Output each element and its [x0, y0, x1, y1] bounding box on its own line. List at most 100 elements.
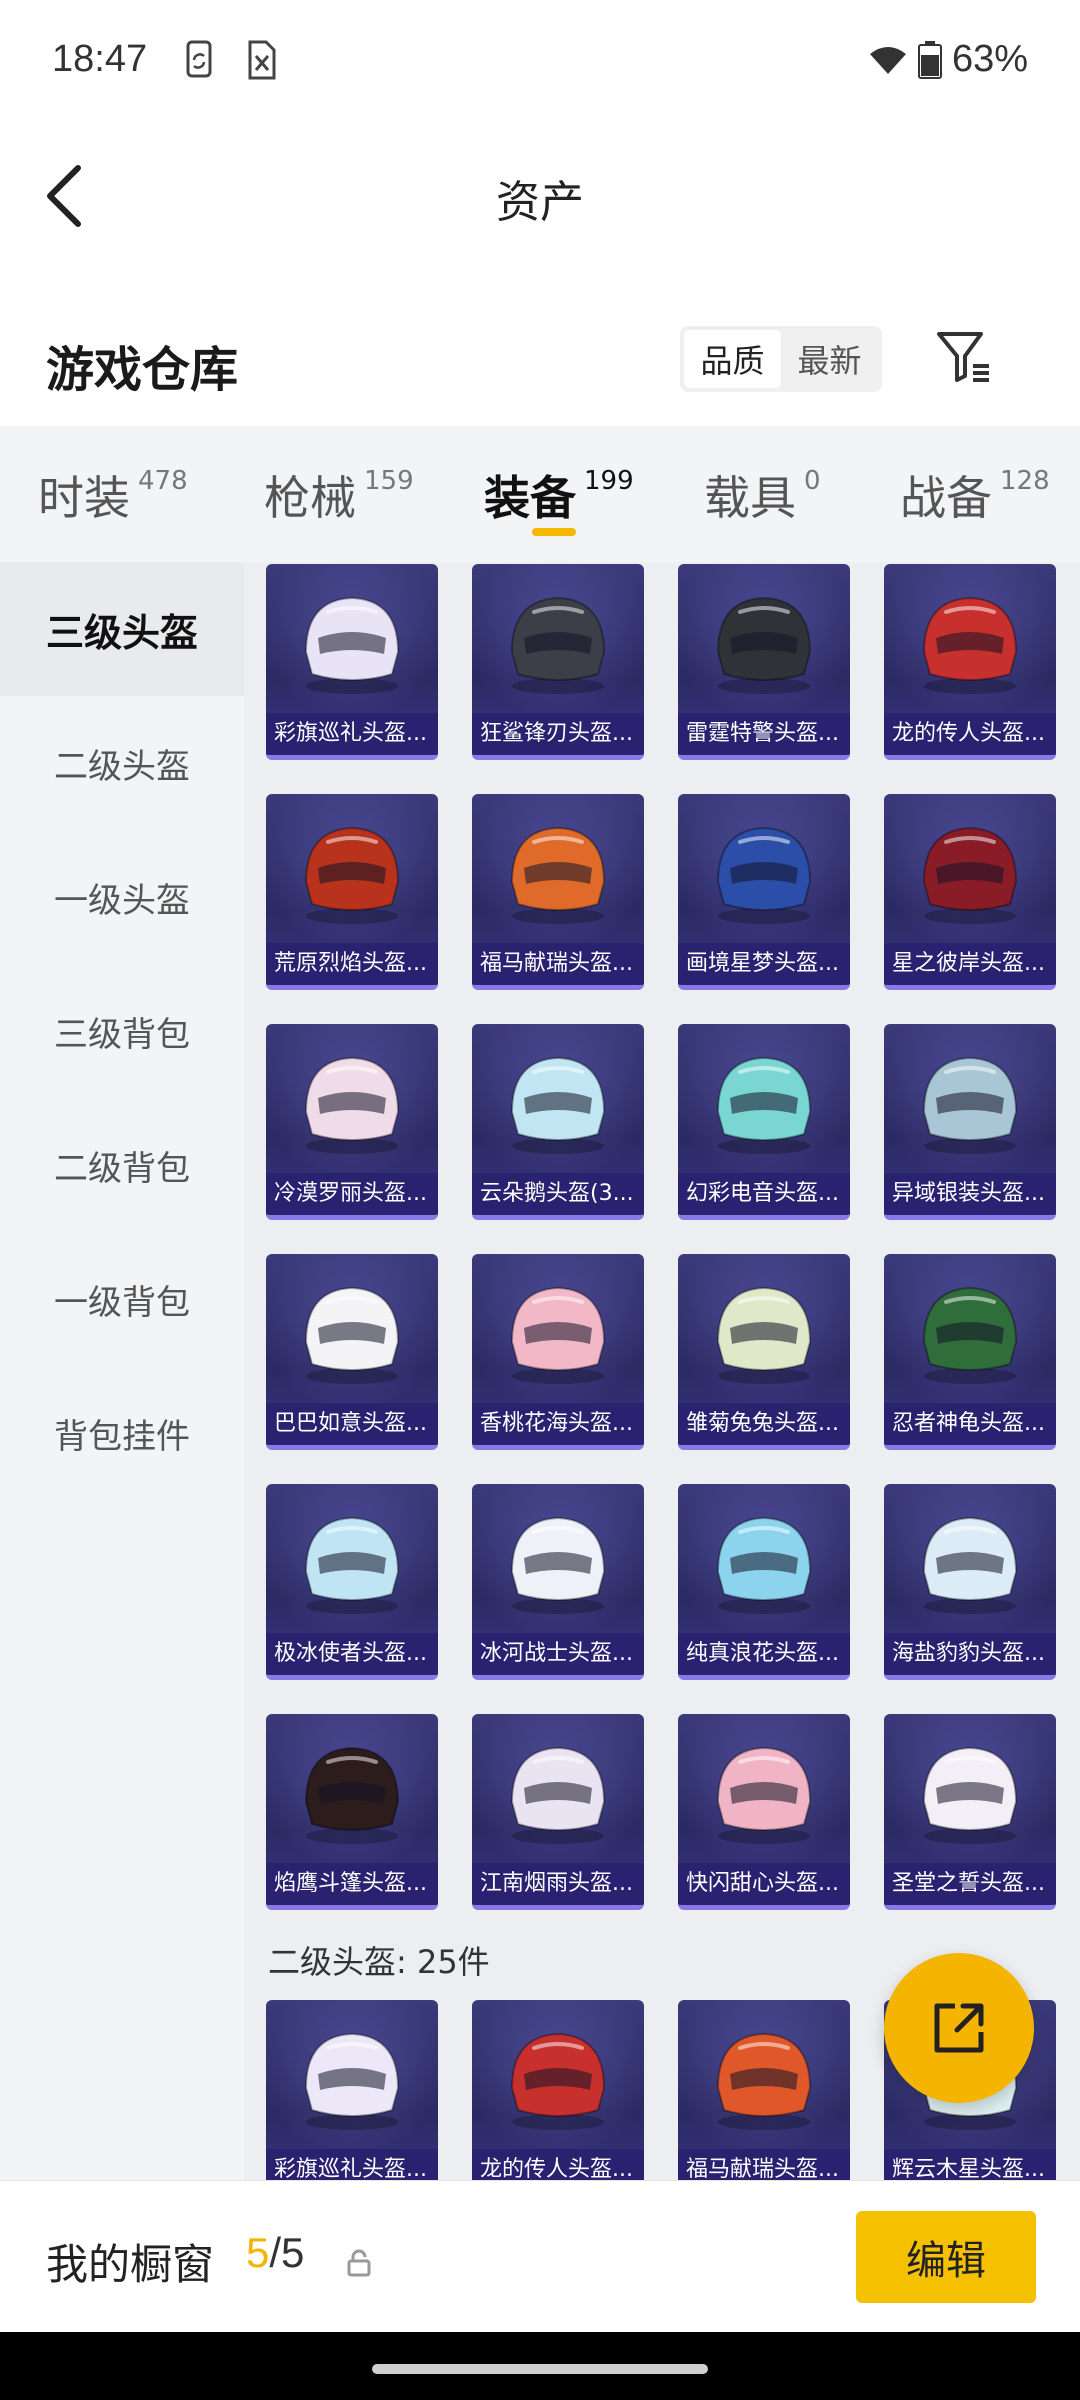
sidebar-item-backpack-charm[interactable]: 背包挂件	[0, 1366, 244, 1500]
battery-icon	[917, 40, 942, 79]
item-name: 龙的传人头盔...	[884, 713, 1056, 755]
item-name: 云朵鹅头盔(3...	[472, 1173, 644, 1215]
tab-equipment[interactable]: 装备 199	[484, 462, 634, 528]
tab-supplies[interactable]: 战备 128	[900, 462, 1050, 528]
sort-toggle: 品质 最新	[680, 326, 882, 392]
item-card[interactable]: 海盐豹豹头盔...	[884, 1484, 1056, 1680]
item-card[interactable]: 狂鲨锋刃头盔...	[472, 564, 644, 760]
tab-label: 载具	[704, 471, 796, 525]
item-card[interactable]: 彩旗巡礼头盔...	[266, 564, 438, 760]
item-name: 极冰使者头盔...	[266, 1633, 438, 1675]
sidebar-item-level3-backpack[interactable]: 三级背包	[0, 964, 244, 1098]
item-card[interactable]: 纯真浪花头盔...	[678, 1484, 850, 1680]
item-card[interactable]: 画境星梦头盔...	[678, 794, 850, 990]
status-time: 18:47	[52, 38, 148, 80]
share-float-button[interactable]	[884, 1953, 1034, 2103]
helmet-icon	[510, 596, 606, 694]
sort-quality-option[interactable]: 品质	[684, 330, 781, 388]
item-name: 巴巴如意头盔...	[266, 1403, 438, 1445]
sort-newest-option[interactable]: 最新	[781, 330, 878, 388]
sidebar-item-level2-backpack[interactable]: 二级背包	[0, 1098, 244, 1232]
item-card[interactable]: 极冰使者头盔...	[266, 1484, 438, 1680]
item-name: 福马献瑞头盔...	[472, 943, 644, 985]
item-name: 福马献瑞头盔...	[678, 2149, 850, 2180]
item-card[interactable]: 幻彩电音头盔...	[678, 1024, 850, 1220]
item-card[interactable]: 快闪甜心头盔...	[678, 1714, 850, 1910]
item-card[interactable]: 冷漠罗丽头盔...	[266, 1024, 438, 1220]
tab-count: 0	[804, 466, 821, 496]
helmet-icon	[510, 826, 606, 924]
helmet-icon	[922, 826, 1018, 924]
item-card[interactable]: 龙的传人头盔...	[472, 2000, 644, 2180]
sidebar-item-level2-helmet[interactable]: 二级头盔	[0, 696, 244, 830]
helmet-icon	[304, 1516, 400, 1614]
warehouse-title: 游戏仓库	[46, 342, 239, 398]
showcase-bar: 我的橱窗 5/5 编辑	[0, 2180, 1080, 2332]
item-name: 辉云木星头盔...	[884, 2149, 1056, 2180]
item-name: 荒原烈焰头盔...	[266, 943, 438, 985]
showcase-label: 我的橱窗	[46, 2240, 215, 2289]
helmet-icon	[922, 1286, 1018, 1384]
item-card[interactable]: 焰鹰斗篷头盔...	[266, 1714, 438, 1910]
item-card[interactable]: 云朵鹅头盔(3...	[472, 1024, 644, 1220]
helmet-icon	[304, 826, 400, 924]
item-name: 圣堂之誓头盔...	[884, 1863, 1056, 1905]
helmet-icon	[716, 2032, 812, 2130]
item-card[interactable]: 香桃花海头盔...	[472, 1254, 644, 1450]
helmet-icon	[304, 1056, 400, 1154]
showcase-separator: /	[269, 2229, 282, 2276]
item-name: 彩旗巡礼头盔...	[266, 2149, 438, 2180]
item-card[interactable]: 巴巴如意头盔...	[266, 1254, 438, 1450]
helmet-icon	[716, 1516, 812, 1614]
helmet-icon	[304, 1286, 400, 1384]
item-card[interactable]: 雏菊兔兔头盔...	[678, 1254, 850, 1450]
helmet-icon	[304, 596, 400, 694]
item-card[interactable]: 异域银装头盔...	[884, 1024, 1056, 1220]
sidebar-item-level1-backpack[interactable]: 一级背包	[0, 1232, 244, 1366]
item-card[interactable]: 圣堂之誓头盔...	[884, 1714, 1056, 1910]
share-icon	[934, 2003, 984, 2053]
item-card[interactable]: 星之彼岸头盔...	[884, 794, 1056, 990]
item-name: 龙的传人头盔...	[472, 2149, 644, 2180]
tab-count: 159	[364, 466, 414, 496]
item-card[interactable]: 荒原烈焰头盔...	[266, 794, 438, 990]
item-name: 彩旗巡礼头盔...	[266, 713, 438, 755]
tab-vehicles[interactable]: 载具 0	[704, 462, 821, 528]
item-card[interactable]: 福马献瑞头盔...	[472, 794, 644, 990]
item-name: 焰鹰斗篷头盔...	[266, 1863, 438, 1905]
sidebar-item-level1-helmet[interactable]: 一级头盔	[0, 830, 244, 964]
helmet-icon	[716, 1286, 812, 1384]
helmet-icon	[716, 1746, 812, 1844]
item-card[interactable]: 雷霆特警头盔...	[678, 564, 850, 760]
item-card[interactable]: 忍者神龟头盔...	[884, 1254, 1056, 1450]
phone-sync-icon	[186, 40, 212, 78]
tab-label: 枪械	[264, 471, 356, 525]
filter-icon[interactable]	[935, 328, 993, 386]
active-tab-indicator	[532, 528, 576, 536]
tab-label: 时装	[38, 471, 130, 525]
item-card[interactable]: 彩旗巡礼头盔...	[266, 2000, 438, 2180]
sidebar-item-level3-helmet[interactable]: 三级头盔	[0, 562, 244, 696]
item-card[interactable]: 冰河战士头盔...	[472, 1484, 644, 1680]
item-card[interactable]: 龙的传人头盔...	[884, 564, 1056, 760]
navigation-bar	[0, 2332, 1080, 2400]
status-right: 63%	[868, 38, 1028, 81]
helmet-icon	[922, 596, 1018, 694]
subcategory-sidebar: 三级头盔 二级头盔 一级头盔 三级背包 二级背包 一级背包 背包挂件	[0, 562, 244, 2180]
item-card[interactable]: 福马献瑞头盔...	[678, 2000, 850, 2180]
tab-weapons[interactable]: 枪械 159	[264, 462, 414, 528]
item-name: 狂鲨锋刃头盔...	[472, 713, 644, 755]
showcase-current: 5	[246, 2229, 270, 2276]
item-name: 快闪甜心头盔...	[678, 1863, 850, 1905]
edit-button[interactable]: 编辑	[856, 2211, 1036, 2303]
helmet-icon	[510, 1056, 606, 1154]
helmet-icon	[510, 1746, 606, 1844]
tab-count: 128	[1000, 466, 1050, 496]
helmet-icon	[922, 1746, 1018, 1844]
tab-label: 战备	[900, 471, 992, 525]
helmet-icon	[922, 1516, 1018, 1614]
tab-fashion[interactable]: 时装 478	[38, 462, 188, 528]
item-card[interactable]: 江南烟雨头盔...	[472, 1714, 644, 1910]
home-handle[interactable]	[372, 2364, 708, 2374]
helmet-icon	[304, 2032, 400, 2130]
